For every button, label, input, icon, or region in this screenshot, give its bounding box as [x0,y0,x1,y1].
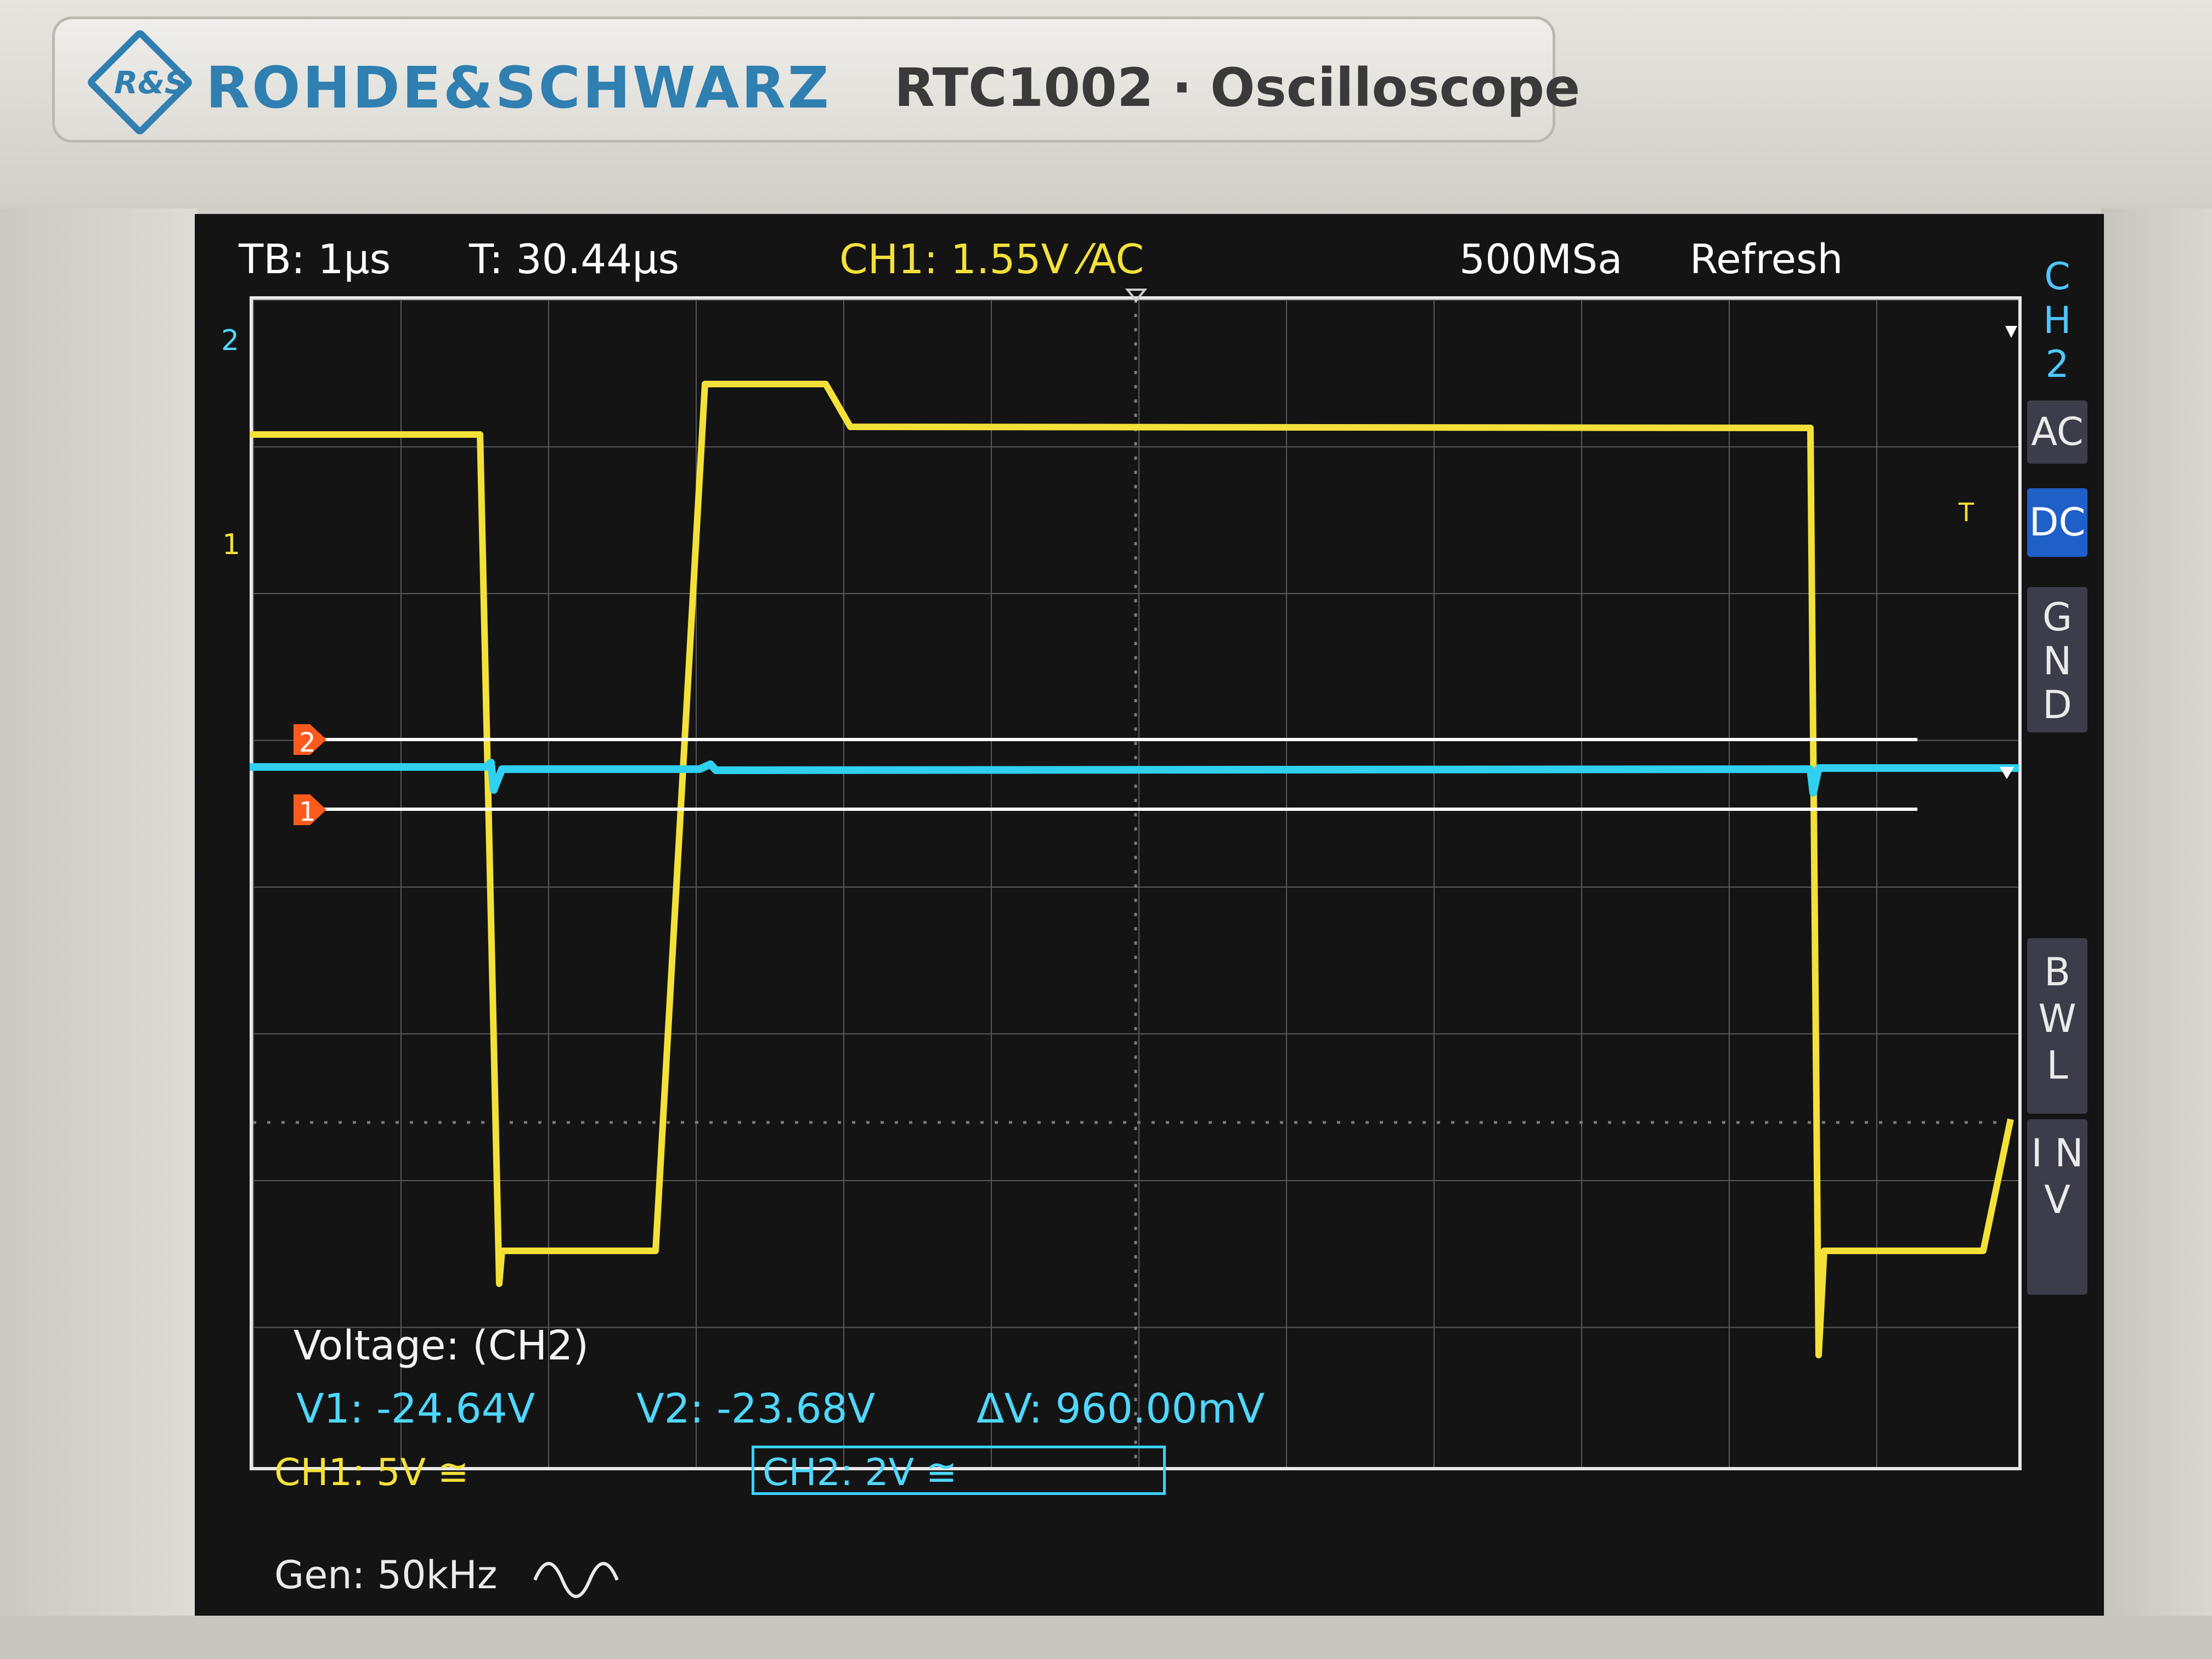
generator-label: Gen: [274,1553,365,1598]
cursor-2-label: 2 [299,727,316,758]
bottom-bezel [0,1616,2212,1659]
rs-logo-text: R&S [114,65,187,101]
ac-coupling-tab[interactable]: AC [2027,400,2087,464]
model-title: RTC1002 · Oscilloscope [894,52,1580,123]
invert-tab[interactable]: I N V [2027,1119,2087,1295]
title-separator: · [1172,57,1192,119]
sine-wave-icon [533,1562,619,1598]
cursor-1-label: 1 [299,797,316,827]
gnd-coupling-tab[interactable]: G N D [2027,587,2087,732]
cursor-v1-readout: V1: -24.64V [296,1385,535,1432]
left-bezel [0,208,198,1659]
ch1-scale-readout[interactable]: CH1: 5V ≅ [274,1451,469,1494]
graticule [253,300,2018,1467]
brand-name: ROHDE&SCHWARZ [206,54,831,121]
measurement-title: Voltage: (CH2) [294,1322,589,1369]
channel-menu-title: C H 2 [2043,255,2072,386]
trigger-position-marker-icon [1125,289,1148,303]
ch2-scale-readout[interactable]: CH2: 2V ≅ [752,1446,1166,1495]
right-bezel [2101,208,2212,1659]
oscilloscope-screen: TB: 1µs T: 30.44µs CH1: 1.55V ⁄AC 500MSa… [195,214,2104,1616]
ch1-offset-marker[interactable]: 1 [222,528,240,561]
delta-v-readout: ΔV: 960.00mV [977,1385,1265,1432]
cursor-v2-readout: V2: -23.68V [636,1385,876,1432]
bwl-tab[interactable]: B W L [2027,938,2087,1114]
generator-frequency: 50kHz [377,1553,498,1598]
ch2-offset-marker[interactable]: 2 [221,324,239,357]
product-name: Oscilloscope [1210,57,1581,119]
dc-coupling-tab[interactable]: DC [2027,488,2087,557]
model-number: RTC1002 [894,57,1154,119]
trigger-level-marker[interactable]: T [1958,498,1974,527]
generator-readout[interactable]: Gen: 50kHz [274,1553,498,1598]
